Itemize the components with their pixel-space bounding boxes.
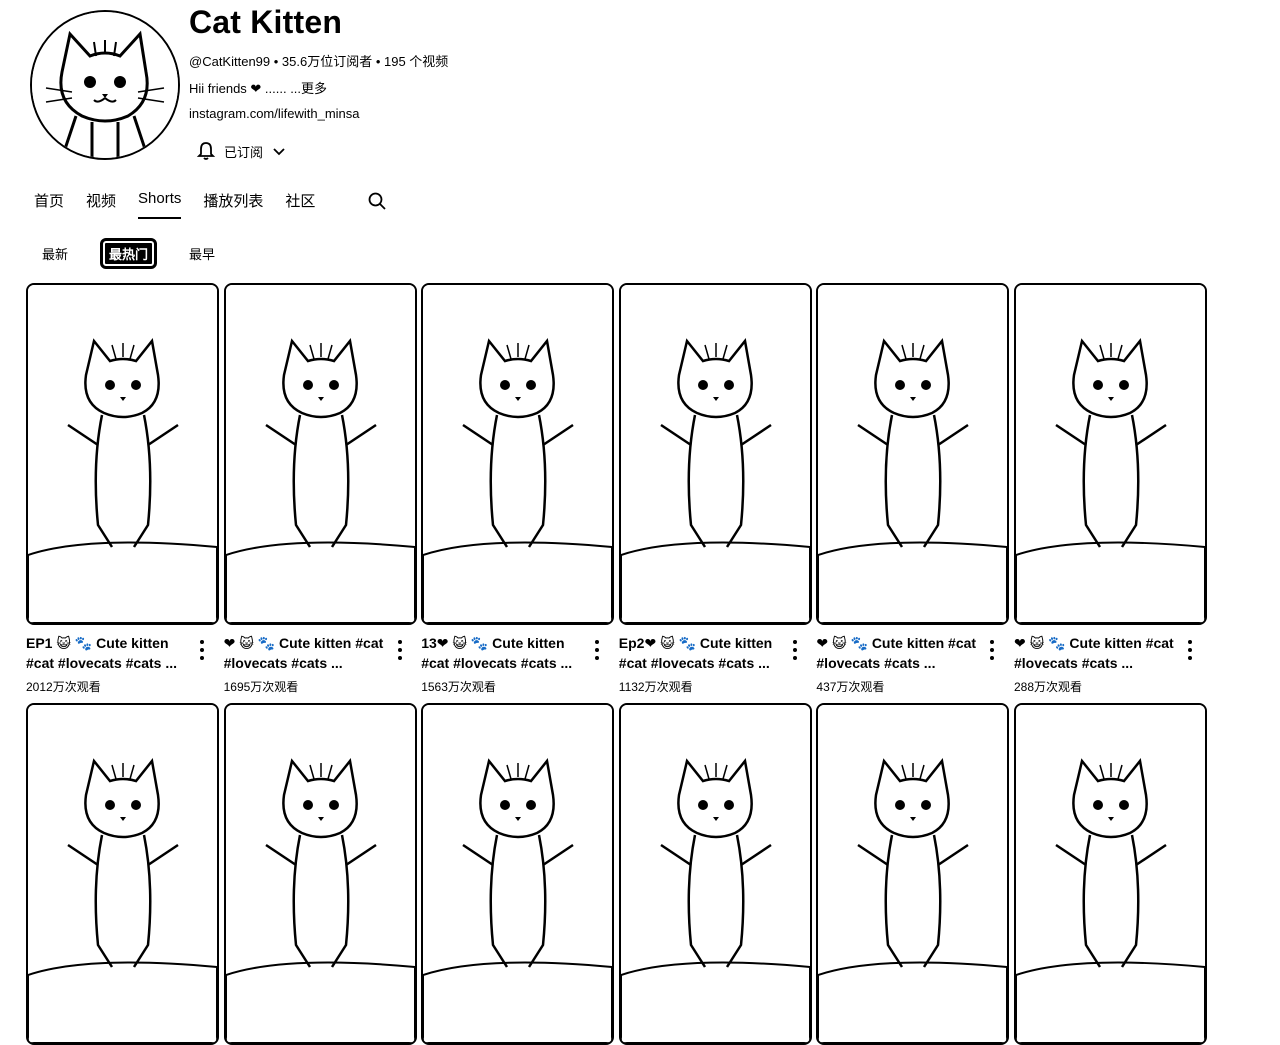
tab-shorts[interactable]: Shorts — [138, 190, 182, 219]
short-thumbnail[interactable] — [26, 283, 219, 625]
short-thumbnail[interactable] — [1014, 283, 1207, 625]
chevron-down-icon — [273, 148, 285, 156]
short-title-line2: #lovecats #cats ... — [223, 655, 343, 671]
short-views: 1132万次观看 — [618, 680, 693, 694]
kitten-thumbnail-icon — [28, 705, 217, 1043]
kitten-thumbnail-icon — [1016, 705, 1205, 1043]
kitten-thumbnail-icon — [423, 285, 613, 623]
short-thumbnail[interactable] — [223, 283, 417, 625]
short-thumbnail[interactable] — [223, 703, 417, 1045]
short-card[interactable] — [223, 703, 417, 1045]
tab-community[interactable]: 社区 — [285, 190, 315, 221]
short-card[interactable]: ❤ 😺 🐾 Cute kitten #cat #lovecats #cats .… — [223, 283, 417, 694]
short-thumbnail[interactable] — [816, 703, 1010, 1045]
short-title-line1: ❤ 😺 🐾 Cute kitten #cat — [223, 635, 384, 651]
short-thumbnail[interactable] — [618, 703, 812, 1045]
kitten-thumbnail-icon — [818, 285, 1008, 623]
short-title[interactable]: ❤ 😺 🐾 Cute kitten #cat #lovecats #cats .… — [1014, 633, 1179, 673]
short-thumbnail[interactable] — [1014, 703, 1207, 1045]
more-vert-icon[interactable] — [986, 638, 998, 662]
channel-description[interactable]: Hii friends ❤ ...... ...更多 — [189, 78, 327, 97]
short-views: 1695万次观看 — [223, 680, 299, 694]
kitten-thumbnail-icon — [1016, 285, 1205, 623]
more-vert-icon[interactable] — [394, 638, 406, 662]
search-icon[interactable] — [367, 191, 387, 216]
kitten-thumbnail-icon — [225, 705, 415, 1043]
channel-avatar[interactable] — [30, 10, 180, 160]
more-vert-icon[interactable] — [789, 638, 801, 662]
more-vert-icon[interactable] — [1184, 638, 1196, 662]
tab-home[interactable]: 首页 — [34, 190, 64, 221]
short-title[interactable]: 13❤ 😺 🐾 Cute kitten #cat #lovecats #cats… — [421, 633, 586, 673]
channel-link[interactable]: instagram.com/lifewith_minsa — [189, 106, 360, 121]
sort-chips: 最新 最热门 最早 — [36, 238, 247, 269]
chip-latest[interactable]: 最新 — [36, 239, 74, 268]
short-views: 2012万次观看 — [26, 680, 101, 694]
short-card[interactable] — [26, 703, 219, 1045]
more-vert-icon[interactable] — [591, 638, 603, 662]
short-title-line2: #cat #lovecats #cats ... — [26, 655, 177, 671]
channel-tabs: 首页 视频 Shorts 播放列表 社区 — [34, 190, 387, 224]
short-views: 1563万次观看 — [421, 680, 496, 694]
short-title-line1: 13❤ 😺 🐾 Cute kitten — [421, 635, 565, 651]
short-thumbnail[interactable] — [618, 283, 812, 625]
short-thumbnail[interactable] — [421, 283, 615, 625]
short-title-line1: ❤ 😺 🐾 Cute kitten #cat — [1014, 635, 1174, 651]
kitten-thumbnail-icon — [28, 285, 217, 623]
subscribed-button[interactable]: 已订阅 — [196, 136, 296, 166]
short-thumbnail[interactable] — [26, 703, 219, 1045]
short-title[interactable]: Ep2❤ 😺 🐾 Cute kitten #cat #lovecats #cat… — [619, 633, 784, 673]
more-vert-icon[interactable] — [196, 638, 208, 662]
kitten-thumbnail-icon — [620, 705, 810, 1043]
short-card[interactable] — [421, 703, 615, 1045]
short-title[interactable]: ❤ 😺 🐾 Cute kitten #cat #lovecats #cats .… — [224, 633, 389, 673]
chip-oldest[interactable]: 最早 — [183, 239, 221, 268]
short-title[interactable]: ❤ 😺 🐾 Cute kitten #cat #lovecats #cats .… — [816, 633, 981, 673]
kitten-thumbnail-icon — [423, 705, 613, 1043]
short-title-line2: #lovecats #cats ... — [816, 655, 936, 671]
short-card[interactable]: EP1 😺 🐾 Cute kitten #cat #lovecats #cats… — [26, 283, 219, 694]
short-thumbnail[interactable] — [421, 703, 615, 1045]
short-title-line1: Ep2❤ 😺 🐾 Cute kitten — [618, 635, 773, 651]
short-card[interactable]: 13❤ 😺 🐾 Cute kitten #cat #lovecats #cats… — [421, 283, 615, 694]
subscribed-label: 已订阅 — [224, 144, 264, 160]
short-title[interactable]: EP1 😺 🐾 Cute kitten #cat #lovecats #cats… — [26, 633, 191, 673]
short-views: 437万次观看 — [816, 680, 885, 694]
short-card[interactable] — [618, 703, 812, 1045]
short-title-line1: EP1 😺 🐾 Cute kitten — [26, 635, 169, 651]
short-card[interactable]: ❤ 😺 🐾 Cute kitten #cat #lovecats #cats .… — [1014, 283, 1207, 694]
tab-playlists[interactable]: 播放列表 — [203, 190, 263, 221]
chip-popular[interactable]: 最热门 — [100, 238, 158, 269]
kitten-thumbnail-icon — [818, 705, 1008, 1043]
kitten-thumbnail-icon — [225, 285, 415, 623]
tab-videos[interactable]: 视频 — [86, 190, 116, 221]
short-title-line1: ❤ 😺 🐾 Cute kitten #cat — [816, 635, 977, 651]
short-title-line2: #cat #lovecats #cats ... — [618, 655, 770, 671]
short-card[interactable]: ❤ 😺 🐾 Cute kitten #cat #lovecats #cats .… — [816, 283, 1010, 694]
short-card[interactable] — [816, 703, 1010, 1045]
channel-meta: @CatKitten99 • 35.6万位订阅者 • 195 个视频 — [189, 54, 449, 69]
short-title-line2: #cat #lovecats #cats ... — [421, 655, 573, 671]
short-thumbnail[interactable] — [816, 283, 1010, 625]
cat-avatar-icon — [32, 12, 178, 158]
short-card[interactable] — [1014, 703, 1207, 1045]
short-title-line2: #lovecats #cats ... — [1014, 655, 1134, 671]
short-views: 288万次观看 — [1014, 680, 1083, 694]
channel-title: Cat Kitten — [189, 4, 343, 40]
bell-icon — [196, 142, 216, 160]
short-card[interactable]: Ep2❤ 😺 🐾 Cute kitten #cat #lovecats #cat… — [618, 283, 812, 694]
kitten-thumbnail-icon — [620, 285, 810, 623]
